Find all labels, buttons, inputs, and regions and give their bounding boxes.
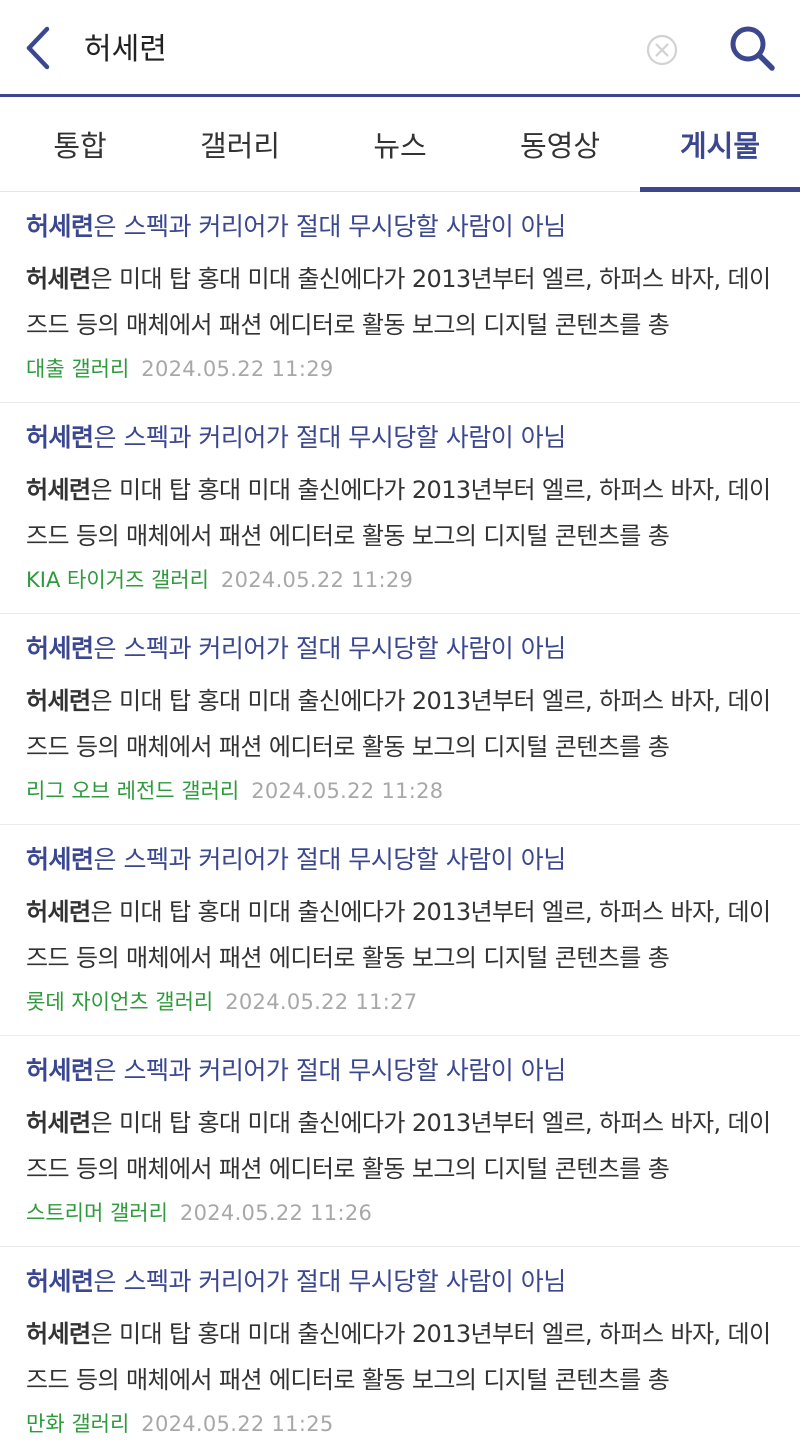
result-title[interactable]: 허세련은 스펙과 커리어가 절대 무시당할 사람이 아님	[26, 206, 774, 248]
snippet-keyword: 허세련	[26, 898, 91, 926]
gallery-link[interactable]: 대출 갤러리	[26, 357, 129, 381]
snippet-text: 은 미대 탑 홍대 미대 출신에다가 2013년부터 엘르, 하퍼스 바자, 데…	[26, 1320, 771, 1394]
result-meta: 만화 갤러리 2024.05.22 11:25	[26, 1407, 774, 1441]
snippet-text: 은 미대 탑 홍대 미대 출신에다가 2013년부터 엘르, 하퍼스 바자, 데…	[26, 687, 771, 761]
clear-button[interactable]	[642, 30, 682, 70]
snippet-text: 은 미대 탑 홍대 미대 출신에다가 2013년부터 엘르, 하퍼스 바자, 데…	[26, 476, 771, 550]
tab-bar: 통합 갤러리 뉴스 동영상 게시물	[0, 97, 800, 192]
snippet-keyword: 허세련	[26, 1320, 91, 1348]
snippet-keyword: 허세련	[26, 476, 91, 504]
gallery-link[interactable]: 만화 갤러리	[26, 1412, 129, 1436]
title-keyword: 허세련	[26, 634, 94, 663]
title-keyword: 허세련	[26, 423, 94, 452]
tab-all[interactable]: 통합	[0, 97, 160, 191]
post-date: 2024.05.22 11:29	[141, 357, 334, 381]
clear-circle-icon	[646, 34, 678, 66]
tab-video[interactable]: 동영상	[480, 97, 640, 191]
post-date: 2024.05.22 11:27	[225, 990, 418, 1014]
result-meta: 스트리머 갤러리 2024.05.22 11:26	[26, 1196, 774, 1230]
tab-posts[interactable]: 게시물	[640, 97, 800, 192]
snippet-keyword: 허세련	[26, 1109, 91, 1137]
result-snippet: 허세련은 미대 탑 홍대 미대 출신에다가 2013년부터 엘르, 하퍼스 바자…	[26, 467, 774, 559]
result-title[interactable]: 허세련은 스펙과 커리어가 절대 무시당할 사람이 아님	[26, 417, 774, 459]
search-header	[0, 0, 800, 97]
gallery-link[interactable]: 롯데 자이언츠 갤러리	[26, 990, 213, 1014]
tab-gallery[interactable]: 갤러리	[160, 97, 320, 191]
result-meta: KIA 타이거즈 갤러리 2024.05.22 11:29	[26, 563, 774, 597]
snippet-keyword: 허세련	[26, 265, 91, 293]
gallery-link[interactable]: 스트리머 갤러리	[26, 1201, 168, 1225]
result-snippet: 허세련은 미대 탑 홍대 미대 출신에다가 2013년부터 엘르, 하퍼스 바자…	[26, 1311, 774, 1403]
list-item[interactable]: 허세련은 스펙과 커리어가 절대 무시당할 사람이 아님 허세련은 미대 탑 홍…	[0, 403, 800, 614]
title-keyword: 허세련	[26, 1056, 94, 1085]
title-text: 은 스펙과 커리어가 절대 무시당할 사람이 아님	[93, 634, 567, 663]
result-title[interactable]: 허세련은 스펙과 커리어가 절대 무시당할 사람이 아님	[26, 839, 774, 881]
result-list: 허세련은 스펙과 커리어가 절대 무시당할 사람이 아님 허세련은 미대 탑 홍…	[0, 192, 800, 1455]
post-date: 2024.05.22 11:28	[251, 779, 444, 803]
tab-news[interactable]: 뉴스	[320, 97, 480, 191]
title-text: 은 스펙과 커리어가 절대 무시당할 사람이 아님	[93, 1056, 567, 1085]
result-title[interactable]: 허세련은 스펙과 커리어가 절대 무시당할 사람이 아님	[26, 1050, 774, 1092]
title-text: 은 스펙과 커리어가 절대 무시당할 사람이 아님	[93, 845, 567, 874]
post-date: 2024.05.22 11:29	[220, 568, 414, 592]
result-title[interactable]: 허세련은 스펙과 커리어가 절대 무시당할 사람이 아님	[26, 1261, 774, 1303]
list-item[interactable]: 허세련은 스펙과 커리어가 절대 무시당할 사람이 아님 허세련은 미대 탑 홍…	[0, 1036, 800, 1247]
result-snippet: 허세련은 미대 탑 홍대 미대 출신에다가 2013년부터 엘르, 하퍼스 바자…	[26, 1100, 774, 1192]
result-snippet: 허세련은 미대 탑 홍대 미대 출신에다가 2013년부터 엘르, 하퍼스 바자…	[26, 889, 774, 981]
title-text: 은 스펙과 커리어가 절대 무시당할 사람이 아님	[93, 423, 567, 452]
result-snippet: 허세련은 미대 탑 홍대 미대 출신에다가 2013년부터 엘르, 하퍼스 바자…	[26, 256, 774, 348]
title-text: 은 스펙과 커리어가 절대 무시당할 사람이 아님	[93, 212, 567, 241]
title-keyword: 허세련	[26, 1267, 94, 1296]
list-item[interactable]: 허세련은 스펙과 커리어가 절대 무시당할 사람이 아님 허세련은 미대 탑 홍…	[0, 614, 800, 825]
result-title[interactable]: 허세련은 스펙과 커리어가 절대 무시당할 사람이 아님	[26, 628, 774, 670]
list-item[interactable]: 허세련은 스펙과 커리어가 절대 무시당할 사람이 아님 허세련은 미대 탑 홍…	[0, 192, 800, 403]
result-meta: 대출 갤러리 2024.05.22 11:29	[26, 352, 774, 386]
back-button[interactable]	[18, 22, 58, 74]
snippet-keyword: 허세련	[26, 687, 91, 715]
chevron-left-icon	[26, 26, 50, 70]
snippet-text: 은 미대 탑 홍대 미대 출신에다가 2013년부터 엘르, 하퍼스 바자, 데…	[26, 1109, 771, 1183]
title-keyword: 허세련	[26, 845, 94, 874]
post-date: 2024.05.22 11:25	[141, 1412, 334, 1436]
search-icon	[730, 26, 775, 71]
result-meta: 롯데 자이언츠 갤러리 2024.05.22 11:27	[26, 985, 774, 1019]
list-item[interactable]: 허세련은 스펙과 커리어가 절대 무시당할 사람이 아님 허세련은 미대 탑 홍…	[0, 1247, 800, 1455]
list-item[interactable]: 허세련은 스펙과 커리어가 절대 무시당할 사람이 아님 허세련은 미대 탑 홍…	[0, 825, 800, 1036]
gallery-link[interactable]: KIA 타이거즈 갤러리	[26, 568, 209, 592]
snippet-text: 은 미대 탑 홍대 미대 출신에다가 2013년부터 엘르, 하퍼스 바자, 데…	[26, 265, 771, 339]
title-keyword: 허세련	[26, 212, 94, 241]
search-input[interactable]	[84, 20, 624, 72]
search-button[interactable]	[722, 20, 782, 76]
gallery-link[interactable]: 리그 오브 레전드 갤러리	[26, 779, 239, 803]
snippet-text: 은 미대 탑 홍대 미대 출신에다가 2013년부터 엘르, 하퍼스 바자, 데…	[26, 898, 771, 972]
result-meta: 리그 오브 레전드 갤러리 2024.05.22 11:28	[26, 774, 774, 808]
result-snippet: 허세련은 미대 탑 홍대 미대 출신에다가 2013년부터 엘르, 하퍼스 바자…	[26, 678, 774, 770]
title-text: 은 스펙과 커리어가 절대 무시당할 사람이 아님	[93, 1267, 567, 1296]
post-date: 2024.05.22 11:26	[179, 1201, 373, 1225]
